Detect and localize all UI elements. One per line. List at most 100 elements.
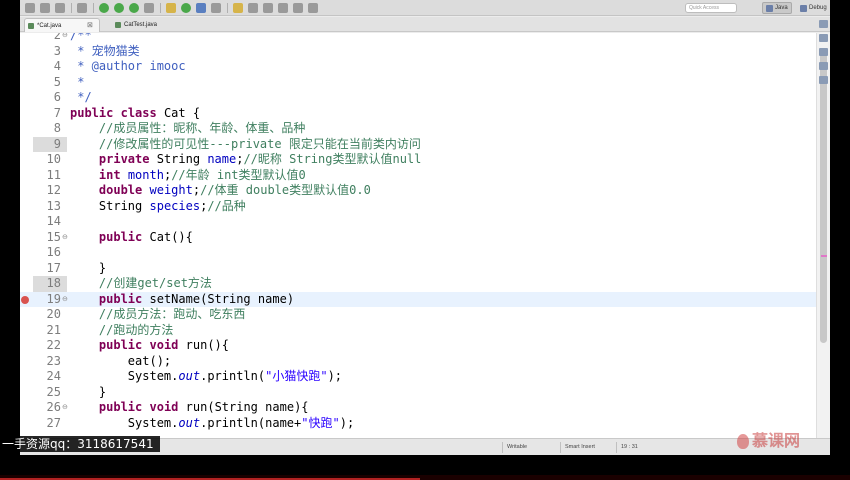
perspective-debug-button[interactable]: Debug <box>797 2 830 14</box>
code-text[interactable]: */ <box>70 90 91 106</box>
code-text[interactable]: * @author imooc <box>70 59 185 75</box>
code-line[interactable]: 9 //修改属性的可见性---private 限定只能在当前类内访问 <box>20 136 816 153</box>
code-text[interactable]: public Cat(){ <box>70 230 193 246</box>
error-marker-icon[interactable] <box>21 295 29 304</box>
overview-ruler-mark[interactable] <box>821 255 827 257</box>
forward-icon[interactable] <box>308 2 318 13</box>
annotation-icon[interactable] <box>233 2 243 13</box>
code-text[interactable]: //成员方法：跑动、吃东西 <box>70 307 245 323</box>
code-editor[interactable]: 2 ⊖/** 3 * 宠物猫类 4 * @author imooc 5 * 6 */7 pu… <box>20 33 816 438</box>
line-number: 26 <box>46 400 61 414</box>
code-text[interactable]: * 宠物猫类 <box>70 44 139 60</box>
code-text[interactable]: } <box>70 385 106 401</box>
search-icon[interactable] <box>211 2 221 13</box>
status-separator <box>616 442 617 453</box>
line-number: 22 <box>46 338 61 352</box>
code-text[interactable]: /** <box>70 33 92 44</box>
code-line[interactable]: 20 //成员方法：跑动、吃东西 <box>20 307 816 323</box>
toggle-mark-icon[interactable] <box>248 2 258 13</box>
code-line[interactable]: 13 String species;//品种 <box>20 199 816 215</box>
code-text[interactable]: eat(); <box>70 354 171 370</box>
problems-icon[interactable] <box>819 48 828 56</box>
code-text[interactable]: //修改属性的可见性---private 限定只能在当前类内访问 <box>70 137 421 153</box>
new-package-icon[interactable] <box>166 2 176 13</box>
line-number: 6 <box>53 90 61 104</box>
code-text[interactable]: System.out.println(name+"快跑"); <box>70 416 354 432</box>
code-line[interactable]: 8 //成员属性：昵称、年龄、体重、品种 <box>20 121 816 137</box>
code-text[interactable]: double weight;//体重 double类型默认值0.0 <box>70 183 371 199</box>
code-text[interactable]: //跑动的方法 <box>70 323 173 339</box>
code-line[interactable]: 16 <box>20 245 816 261</box>
code-text[interactable]: public void run(){ <box>70 338 229 354</box>
code-line[interactable]: 2 ⊖/** <box>20 33 816 44</box>
outline-icon[interactable] <box>819 20 828 28</box>
code-line[interactable]: 10 private String name;//昵称 String类型默认值n… <box>20 152 816 168</box>
debug-perspective-icon <box>800 4 807 12</box>
code-text[interactable]: String species;//品种 <box>70 199 246 215</box>
code-line[interactable]: 6 */ <box>20 90 816 106</box>
status-separator <box>502 442 503 453</box>
new-icon[interactable] <box>25 2 35 13</box>
status-insert-mode: Smart Insert <box>565 444 595 450</box>
tab-cat-java[interactable]: *Cat.java ⊠ <box>24 18 100 32</box>
code-text[interactable]: public setName(String name) <box>70 292 294 308</box>
code-line[interactable]: 18 //创建get/set方法 <box>20 276 816 292</box>
code-line[interactable]: 23 eat(); <box>20 354 816 370</box>
code-line[interactable]: 15 ⊖ public Cat(){ <box>20 230 816 246</box>
line-number: 23 <box>46 353 61 368</box>
line-number: 19 <box>46 291 61 306</box>
fold-toggle-icon[interactable]: ⊖ <box>62 230 68 246</box>
code-line[interactable]: 21 //跑动的方法 <box>20 323 816 339</box>
run-icon[interactable] <box>114 2 124 13</box>
code-line[interactable]: 5 * <box>20 75 816 91</box>
code-text[interactable]: System.out.println("小猫快跑"); <box>70 369 342 385</box>
new-class-icon[interactable] <box>181 2 191 13</box>
close-icon[interactable]: ⊠ <box>87 19 93 33</box>
minimize-icon[interactable] <box>819 76 828 84</box>
code-line[interactable]: 22 public void run(){ <box>20 338 816 354</box>
toolbar-separator <box>71 2 72 13</box>
code-text[interactable]: } <box>70 261 106 277</box>
code-line[interactable]: 27 System.out.println(name+"快跑"); <box>20 416 816 432</box>
code-line[interactable]: 19 ⊖ public setName(String name) <box>20 291 816 308</box>
code-text[interactable]: public void run(String name){ <box>70 400 309 416</box>
debug-icon[interactable] <box>99 2 109 13</box>
code-text[interactable]: //成员属性：昵称、年龄、体重、品种 <box>70 121 305 137</box>
save-icon[interactable] <box>40 2 50 13</box>
quick-access-field[interactable]: Quick Access <box>685 3 737 13</box>
line-number: 27 <box>46 415 61 430</box>
code-text[interactable]: //创建get/set方法 <box>70 276 212 292</box>
code-line[interactable]: 24 System.out.println("小猫快跑"); <box>20 369 816 385</box>
code-line[interactable]: 7 public class Cat { <box>20 106 816 122</box>
tab-label: CatTest.java <box>124 22 158 28</box>
prev-annotation-icon[interactable] <box>278 2 288 13</box>
code-line[interactable]: 17 } <box>20 261 816 277</box>
perspective-java-button[interactable]: Java <box>762 2 792 14</box>
code-line[interactable]: 25 } <box>20 385 816 401</box>
code-line[interactable]: 4 * @author imooc <box>20 59 816 75</box>
fold-toggle-icon[interactable]: ⊖ <box>62 400 68 416</box>
skip-breakpoints-icon[interactable] <box>77 2 87 13</box>
code-line[interactable]: 11 int month;//年龄 int类型默认值0 <box>20 168 816 184</box>
code-text[interactable]: int month;//年龄 int类型默认值0 <box>70 168 306 184</box>
line-number: 3 <box>53 43 61 58</box>
tab-cattest-java[interactable]: CatTest.java <box>112 18 182 32</box>
code-text[interactable]: private String name;//昵称 String类型默认值null <box>70 152 421 168</box>
external-tools-icon[interactable] <box>144 2 154 13</box>
fold-toggle-icon[interactable]: ⊖ <box>62 33 68 44</box>
print-icon[interactable] <box>55 2 65 13</box>
task-list-icon[interactable] <box>819 34 828 42</box>
code-text[interactable]: public class Cat { <box>70 106 200 122</box>
fold-toggle-icon[interactable]: ⊖ <box>62 292 68 308</box>
code-line[interactable]: 3 * 宠物猫类 <box>20 44 816 60</box>
code-text[interactable]: * <box>70 75 84 91</box>
open-type-icon[interactable] <box>196 2 206 13</box>
coverage-icon[interactable] <box>129 2 139 13</box>
next-annotation-icon[interactable] <box>263 2 273 13</box>
code-line[interactable]: 12 double weight;//体重 double类型默认值0.0 <box>20 183 816 199</box>
logo-text: 慕课网 <box>752 431 801 450</box>
code-line[interactable]: 14 <box>20 214 816 230</box>
code-line[interactable]: 26 ⊖ public void run(String name){ <box>20 400 816 416</box>
back-icon[interactable] <box>293 2 303 13</box>
console-icon[interactable] <box>819 62 828 70</box>
